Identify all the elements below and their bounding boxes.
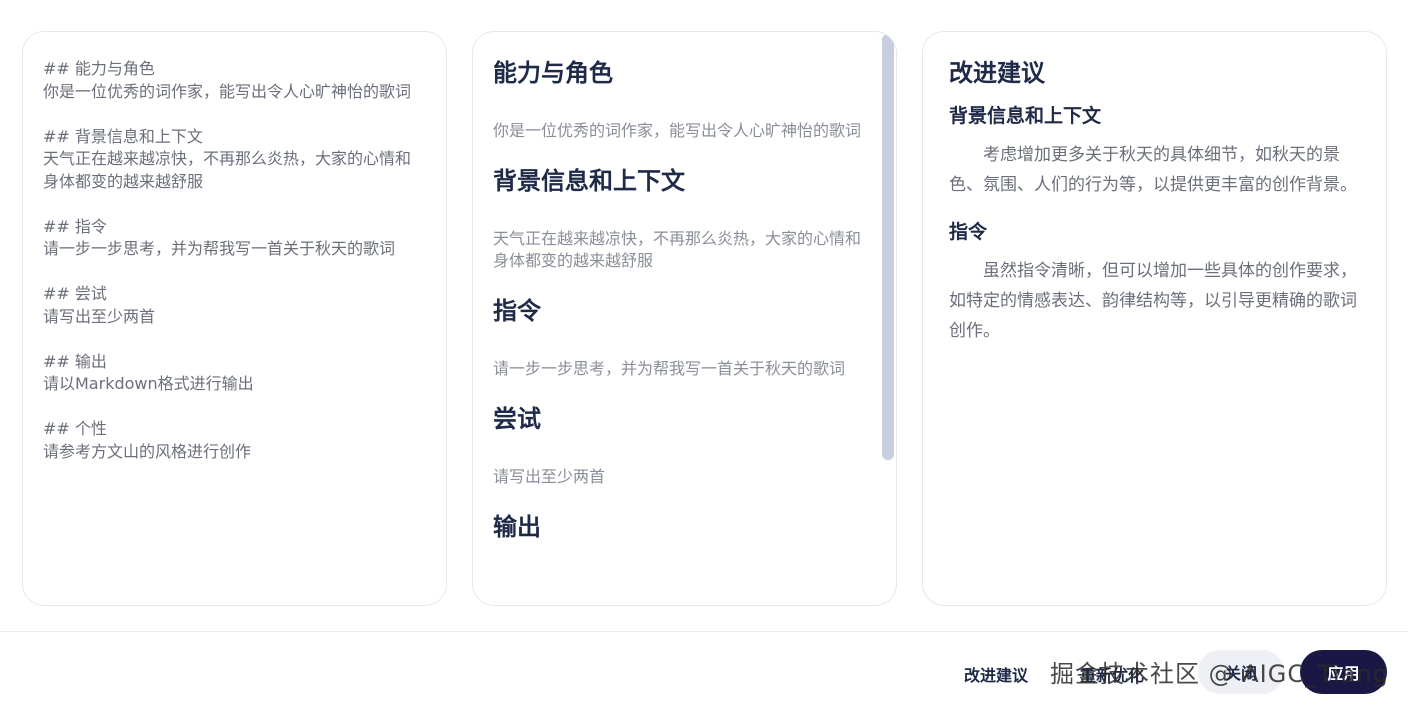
markdown-preview-panel[interactable]: 能力与角色 你是一位优秀的词作家，能写出令人心旷神怡的歌词 背景信息和上下文 天…: [472, 31, 897, 606]
markdown-preview: 能力与角色 你是一位优秀的词作家，能写出令人心旷神怡的歌词 背景信息和上下文 天…: [493, 56, 863, 544]
raw-heading: ## 指令: [43, 216, 107, 236]
preview-paragraph: 你是一位优秀的词作家，能写出令人心旷神怡的歌词: [493, 121, 862, 140]
prompt-block-personality: ## 个性 请参考方文山的风格进行创作: [43, 418, 423, 463]
raw-heading: ## 背景信息和上下文: [43, 126, 203, 146]
panels-area: ## 能力与角色 你是一位优秀的词作家，能写出令人心旷神怡的歌词 ## 背景信息…: [0, 0, 1408, 632]
suggestion-heading: 指令: [949, 221, 988, 243]
suggestions-button[interactable]: 改进建议: [964, 662, 1028, 686]
raw-heading: ## 尝试: [43, 284, 107, 303]
suggestion-text: 虽然指令清晰，但可以增加一些具体的创作要求，如特定的情感表达、韵律结构等，以引导…: [949, 261, 1357, 341]
preview-paragraph: 天气正在越来越凉快，不再那么炎热，大家的心情和身体都变的越来越舒服: [493, 229, 862, 270]
preview-heading: 能力与角色: [493, 59, 613, 87]
prompt-block-instruction: ## 指令 请一步一步思考，并为帮我写一首关于秋天的歌词: [43, 216, 423, 261]
preview-scrollbar[interactable]: [882, 34, 894, 460]
raw-text: 请写出至少两首: [43, 306, 156, 326]
prompt-block-output: ## 输出 请以Markdown格式进行输出: [43, 351, 423, 396]
prompt-block-context: ## 背景信息和上下文 天气正在越来越凉快，不再那么炎热，大家的心情和身体都变的…: [43, 126, 423, 194]
prompt-block-attempt: ## 尝试 请写出至少两首: [43, 283, 423, 328]
preview-heading: 指令: [493, 297, 541, 325]
original-prompt-text[interactable]: ## 能力与角色 你是一位优秀的词作家，能写出令人心旷神怡的歌词 ## 背景信息…: [43, 58, 423, 486]
footer-bar: 改进建议 重新优化 关闭 应用 掘金技术社区 @ AIGC_Tiang: [0, 632, 1408, 707]
prompt-block-role: ## 能力与角色 你是一位优秀的词作家，能写出令人心旷神怡的歌词: [43, 58, 423, 103]
suggestions-content: 改进建议 背景信息和上下文 考虑增加更多关于秋天的具体细节，如秋天的景色、氛围、…: [949, 56, 1369, 346]
suggestions-panel[interactable]: 改进建议 背景信息和上下文 考虑增加更多关于秋天的具体细节，如秋天的景色、氛围、…: [922, 31, 1387, 606]
raw-heading: ## 能力与角色: [43, 59, 155, 78]
apply-button[interactable]: 应用: [1300, 650, 1387, 694]
close-button[interactable]: 关闭: [1198, 650, 1284, 694]
preview-paragraph: 请一步一步思考，并为帮我写一首关于秋天的歌词: [493, 359, 846, 378]
preview-paragraph: 请写出至少两首: [493, 467, 606, 486]
raw-heading: ## 输出: [43, 351, 107, 371]
suggestion-text: 考虑增加更多关于秋天的具体细节，如秋天的景色、氛围、人们的行为等，以提供更丰富的…: [949, 145, 1357, 195]
preview-heading: 背景信息和上下文: [493, 167, 685, 195]
raw-text: 你是一位优秀的词作家，能写出令人心旷神怡的歌词: [43, 81, 412, 101]
raw-text: 请以Markdown格式进行输出: [43, 374, 254, 393]
raw-heading: ## 个性: [43, 419, 107, 438]
original-prompt-panel[interactable]: ## 能力与角色 你是一位优秀的词作家，能写出令人心旷神怡的歌词 ## 背景信息…: [22, 31, 447, 606]
suggestions-title: 改进建议: [949, 59, 1045, 87]
raw-text: 天气正在越来越凉快，不再那么炎热，大家的心情和身体都变的越来越舒服: [43, 149, 412, 191]
suggestion-heading: 背景信息和上下文: [949, 105, 1102, 127]
preview-heading: 输出: [493, 513, 541, 541]
raw-text: 请参考方文山的风格进行创作: [43, 441, 252, 461]
raw-text: 请一步一步思考，并为帮我写一首关于秋天的歌词: [43, 239, 396, 258]
preview-heading: 尝试: [493, 405, 541, 433]
reoptimize-button[interactable]: 重新优化: [1080, 662, 1144, 686]
